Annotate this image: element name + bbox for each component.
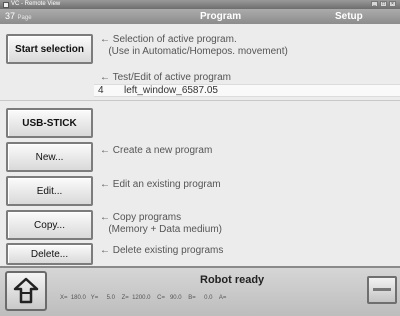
status-bar: Robot ready X= 180.0 Y= 5.0 Z= 1200.0 C=… xyxy=(0,266,400,316)
status-message: Robot ready xyxy=(200,274,265,286)
active-program-number: 4 xyxy=(98,85,104,96)
edit-program-button[interactable]: Edit... xyxy=(6,176,93,206)
new-description: ← Create a new program xyxy=(100,145,213,156)
start-selection-button[interactable]: Start selection xyxy=(6,34,93,64)
start-selection-description: ← Selection of active program. (Use in A… xyxy=(100,34,288,57)
window-controls: _ □ × xyxy=(371,1,396,7)
test-edit-description: ← Test/Edit of active program xyxy=(100,72,231,83)
coordinate-readout: X= 180.0 Y= 5.0 Z= 1200.0 C= 90.0 B= 0.0… xyxy=(60,295,227,301)
back-arrow-icon xyxy=(13,277,39,304)
app-window-icon xyxy=(3,1,9,8)
maximize-button[interactable]: □ xyxy=(380,1,387,7)
panel-bar-icon xyxy=(373,288,391,291)
delete-description: ← Delete existing programs xyxy=(100,245,224,256)
page-number: 37 xyxy=(5,11,16,21)
page-label: Page xyxy=(17,15,32,21)
edit-description: ← Edit an existing program xyxy=(100,179,221,190)
divider xyxy=(0,100,400,101)
new-program-button[interactable]: New... xyxy=(6,142,93,172)
toggle-panel-button[interactable] xyxy=(367,276,397,304)
copy-program-button[interactable]: Copy... xyxy=(6,210,93,240)
close-button[interactable]: × xyxy=(389,1,396,7)
copy-description: ← Copy programs (Memory + Data medium) xyxy=(100,212,222,235)
tab-setup[interactable]: Setup xyxy=(335,9,363,24)
page-indicator: 37 Page xyxy=(5,10,32,25)
active-program-name: left_window_6587.05 xyxy=(124,85,218,96)
tab-program[interactable]: Program xyxy=(200,9,241,24)
window-title: VC - Remote View xyxy=(11,1,61,7)
usb-stick-button[interactable]: USB-STICK xyxy=(6,108,93,138)
window-title-bar: VC - Remote View _ □ × xyxy=(0,0,400,9)
delete-program-button[interactable]: Delete... xyxy=(6,243,93,265)
back-button[interactable] xyxy=(5,271,47,311)
minimize-button[interactable]: _ xyxy=(371,1,378,7)
page-header: 37 Page Program Setup xyxy=(0,9,400,24)
main-content: Start selection ← Selection of active pr… xyxy=(0,24,400,266)
active-program-row[interactable]: 4 left_window_6587.05 xyxy=(94,84,400,97)
